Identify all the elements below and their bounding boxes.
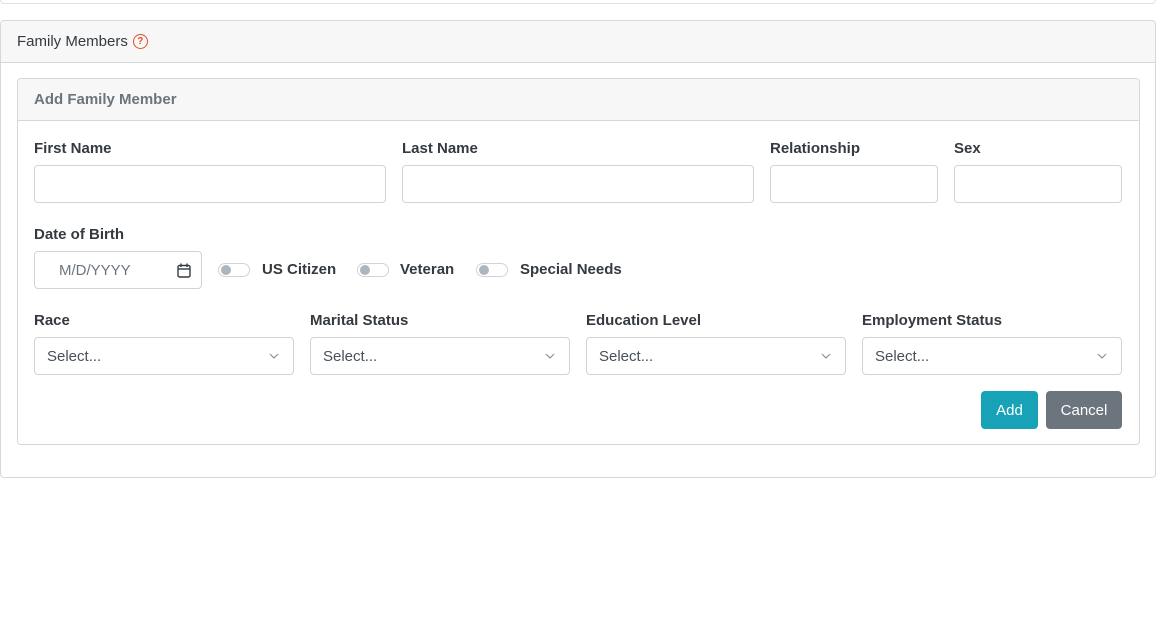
last-name-label: Last Name bbox=[402, 140, 478, 157]
form-title: Add Family Member bbox=[18, 79, 1139, 121]
employment-status-select[interactable]: Select... bbox=[862, 337, 1122, 375]
special-needs-label: Special Needs bbox=[520, 261, 622, 278]
education-level-select[interactable]: Select... bbox=[586, 337, 846, 375]
section-title: Family Members bbox=[17, 33, 128, 50]
family-members-card: Family Members ? Add Family Member First… bbox=[0, 20, 1156, 478]
chevron-down-icon bbox=[545, 353, 555, 359]
relationship-input[interactable] bbox=[770, 165, 938, 203]
race-select[interactable]: Select... bbox=[34, 337, 294, 375]
employment-status-label: Employment Status bbox=[862, 312, 1003, 329]
chevron-down-icon bbox=[269, 353, 279, 359]
chevron-down-icon bbox=[1097, 353, 1107, 359]
cancel-button[interactable]: Cancel bbox=[1046, 391, 1122, 429]
family-members-header: Family Members ? bbox=[1, 21, 1155, 63]
calendar-icon[interactable] bbox=[177, 263, 191, 278]
add-button[interactable]: Add bbox=[981, 391, 1038, 429]
previous-card-edge bbox=[0, 0, 1156, 4]
date-of-birth-label: Date of Birth bbox=[34, 226, 124, 243]
sex-label: Sex bbox=[954, 140, 981, 157]
first-name-input[interactable] bbox=[34, 165, 386, 203]
first-name-label: First Name bbox=[34, 140, 112, 157]
date-of-birth-input[interactable]: M/D/YYYY bbox=[34, 251, 202, 289]
marital-status-select-value: Select... bbox=[323, 347, 378, 365]
date-of-birth-placeholder: M/D/YYYY bbox=[59, 261, 131, 279]
question-circle-icon[interactable]: ? bbox=[132, 34, 148, 49]
chevron-down-icon bbox=[821, 353, 831, 359]
add-family-member-form: Add Family Member First Name Last Name R… bbox=[17, 78, 1140, 445]
last-name-input[interactable] bbox=[402, 165, 754, 203]
education-level-select-value: Select... bbox=[599, 347, 654, 365]
us-citizen-label: US Citizen bbox=[262, 261, 337, 278]
toggle-knob bbox=[479, 265, 489, 275]
veteran-toggle[interactable] bbox=[357, 263, 389, 277]
race-label: Race bbox=[34, 312, 70, 329]
toggle-knob bbox=[360, 265, 370, 275]
race-select-value: Select... bbox=[47, 347, 102, 365]
employment-status-select-value: Select... bbox=[875, 347, 930, 365]
veteran-label: Veteran bbox=[400, 261, 455, 278]
marital-status-select[interactable]: Select... bbox=[310, 337, 570, 375]
education-level-label: Education Level bbox=[586, 312, 702, 329]
toggle-knob bbox=[221, 265, 231, 275]
relationship-label: Relationship bbox=[770, 140, 861, 157]
us-citizen-toggle[interactable] bbox=[218, 263, 250, 277]
marital-status-label: Marital Status bbox=[310, 312, 409, 329]
sex-input[interactable] bbox=[954, 165, 1122, 203]
special-needs-toggle[interactable] bbox=[476, 263, 508, 277]
